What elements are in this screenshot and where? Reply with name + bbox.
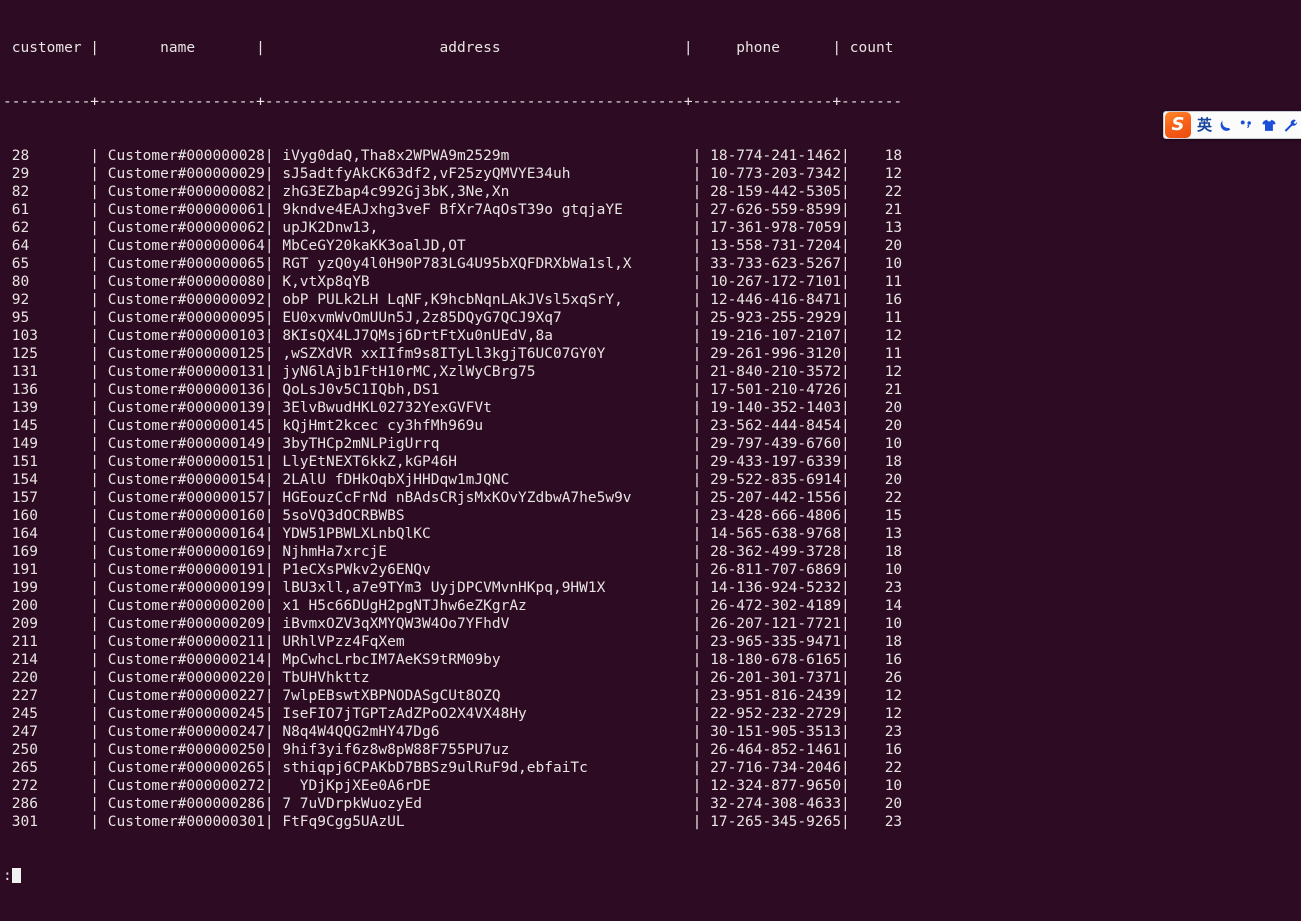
terminal-window[interactable]: customer | name | address | phone | coun… bbox=[0, 0, 1301, 884]
table-row: 28 | Customer#000000028| iVyg0daQ,Tha8x2… bbox=[3, 148, 911, 164]
table-row: 227 | Customer#000000227| 7wlpEBswtXBPNO… bbox=[3, 688, 911, 704]
table-row: 200 | Customer#000000200| x1 H5c66DUgH2p… bbox=[3, 598, 911, 614]
table-row: 139 | Customer#000000139| 3ElvBwudHKL027… bbox=[3, 400, 911, 416]
table-row: 154 | Customer#000000154| 2LAlU fDHkOqbX… bbox=[3, 472, 911, 488]
punctuation-icon[interactable] bbox=[1236, 113, 1258, 137]
table-header-row: customer | name | address | phone | coun… bbox=[3, 40, 903, 56]
table-row: 64 | Customer#000000064| MbCeGY20kaKK3oa… bbox=[3, 238, 911, 254]
table-row: 65 | Customer#000000065| RGT yzQ0y4l0H90… bbox=[3, 256, 911, 272]
sogou-ime-toolbar[interactable]: S 英 bbox=[1163, 111, 1301, 139]
table-row: 245 | Customer#000000245| IseFIO7jTGPTzA… bbox=[3, 706, 911, 722]
table-row: 272 | Customer#000000272| YDjKpjXEe0A6rD… bbox=[3, 778, 911, 794]
table-row: 191 | Customer#000000191| P1eCXsPWkv2y6E… bbox=[3, 562, 911, 578]
table-row: 160 | Customer#000000160| 5soVQ3dOCRBWBS… bbox=[3, 508, 911, 524]
table-row: 136 | Customer#000000136| QoLsJ0v5C1IQbh… bbox=[3, 382, 911, 398]
skin-icon[interactable] bbox=[1258, 113, 1280, 137]
table-row: 286 | Customer#000000286| 7 7uVDrpkWuozy… bbox=[3, 796, 911, 812]
table-row: 265 | Customer#000000265| sthiqpj6CPAKbD… bbox=[3, 760, 911, 776]
sogou-logo-icon[interactable]: S bbox=[1165, 112, 1191, 138]
table-row: 247 | Customer#000000247| N8q4W4QQG2mHY4… bbox=[3, 724, 911, 740]
terminal-screen: customer | name | address | phone | coun… bbox=[3, 3, 911, 921]
pager-prompt-line[interactable]: : bbox=[3, 867, 911, 885]
table-row: 157 | Customer#000000157| HGEouzCcFrNd n… bbox=[3, 490, 911, 506]
table-body: 28 | Customer#000000028| iVyg0daQ,Tha8x2… bbox=[3, 147, 911, 831]
table-row: 169 | Customer#000000169| NjhmHa7xrcjE |… bbox=[3, 544, 911, 560]
table-row: 82 | Customer#000000082| zhG3EZbap4c992G… bbox=[3, 184, 911, 200]
table-row: 301 | Customer#000000301| FtFq9Cgg5UAzUL… bbox=[3, 814, 911, 830]
table-row: 92 | Customer#000000092| obP PULk2LH LqN… bbox=[3, 292, 911, 308]
table-row: 80 | Customer#000000080| K,vtXp8qYB | 10… bbox=[3, 274, 911, 290]
table-row: 103 | Customer#000000103| 8KIsQX4LJ7QMsj… bbox=[3, 328, 911, 344]
ime-language-mode-button[interactable]: 英 bbox=[1194, 113, 1215, 137]
table-row: 220 | Customer#000000220| TbUHVhkttz | 2… bbox=[3, 670, 911, 686]
table-row: 29 | Customer#000000029| sJ5adtfyAkCK63d… bbox=[3, 166, 911, 182]
table-row: 61 | Customer#000000061| 9kndve4EAJxhg3v… bbox=[3, 202, 911, 218]
toolbox-icon[interactable] bbox=[1280, 113, 1301, 137]
table-row: 214 | Customer#000000214| MpCwhcLrbcIM7A… bbox=[3, 652, 911, 668]
pager-prompt: : bbox=[3, 868, 12, 884]
moon-icon[interactable] bbox=[1215, 113, 1236, 137]
table-row: 149 | Customer#000000149| 3byTHCp2mNLPig… bbox=[3, 436, 911, 452]
table-row: 131 | Customer#000000131| jyN6lAjb1FtH10… bbox=[3, 364, 911, 380]
table-row: 145 | Customer#000000145| kQjHmt2kcec cy… bbox=[3, 418, 911, 434]
table-row: 62 | Customer#000000062| upJK2Dnw13, | 1… bbox=[3, 220, 911, 236]
table-row: 95 | Customer#000000095| EU0xvmWvOmUUn5J… bbox=[3, 310, 911, 326]
table-separator-row: ----------+------------------+----------… bbox=[3, 94, 903, 110]
table-row: 211 | Customer#000000211| URhlVPzz4FqXem… bbox=[3, 634, 911, 650]
table-row: 125 | Customer#000000125| ,wSZXdVR xxIIf… bbox=[3, 346, 911, 362]
table-row: 151 | Customer#000000151| LlyEtNEXT6kkZ,… bbox=[3, 454, 911, 470]
table-row: 164 | Customer#000000164| YDW51PBWLXLnbQ… bbox=[3, 526, 911, 542]
table-row: 199 | Customer#000000199| lBU3xll,a7e9TY… bbox=[3, 580, 911, 596]
table-row: 209 | Customer#000000209| iBvmxOZV3qXMYQ… bbox=[3, 616, 911, 632]
text-cursor bbox=[11, 868, 21, 883]
